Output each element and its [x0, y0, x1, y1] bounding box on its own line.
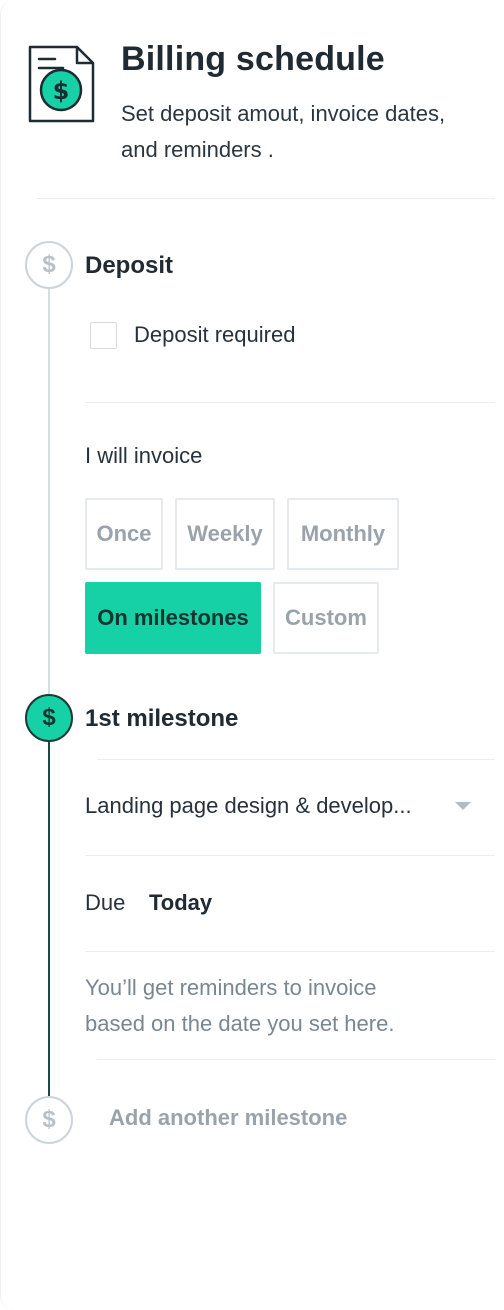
option-on-milestones[interactable]: On milestones	[85, 582, 261, 654]
milestone-dollar-icon: $	[25, 694, 73, 742]
billing-schedule-panel: $ Billing schedule Set deposit amout, in…	[0, 0, 504, 1310]
section-divider	[85, 402, 495, 403]
deposit-required-checkbox[interactable]	[90, 322, 117, 349]
milestone-project-select[interactable]: Landing page design & develop...	[85, 776, 495, 836]
subtitle-line: Set deposit amout, invoice dates,	[121, 101, 446, 126]
deposit-dollar-icon: $	[25, 241, 73, 289]
svg-text:$: $	[53, 77, 70, 105]
timeline-line-inactive	[48, 288, 50, 694]
timeline-line-active	[48, 740, 50, 1096]
reminder-hint: You’ll get reminders to invoice based on…	[85, 970, 465, 1042]
subtitle-line: and reminders .	[121, 137, 274, 162]
section-divider	[97, 1059, 495, 1060]
option-once[interactable]: Once	[85, 498, 163, 570]
section-divider	[85, 951, 495, 952]
page-subtitle: Set deposit amout, invoice dates, and re…	[121, 96, 481, 168]
due-date-value[interactable]: Today	[149, 890, 212, 916]
hint-line: You’ll get reminders to invoice	[85, 975, 377, 1000]
chevron-down-icon[interactable]	[455, 802, 471, 810]
due-label: Due	[85, 890, 126, 915]
option-custom[interactable]: Custom	[273, 582, 379, 654]
header-divider	[37, 198, 495, 199]
section-divider	[97, 759, 495, 760]
milestone-title: 1st milestone	[85, 705, 239, 732]
section-divider	[85, 855, 495, 856]
invoice-dollar-icon: $	[27, 44, 97, 124]
hint-line: based on the date you set here.	[85, 1011, 395, 1036]
option-monthly[interactable]: Monthly	[287, 498, 399, 570]
invoice-frequency-label: I will invoice	[85, 443, 203, 468]
option-weekly[interactable]: Weekly	[175, 498, 275, 570]
add-milestone-dollar-icon[interactable]: $	[25, 1096, 73, 1144]
add-another-milestone-button[interactable]: Add another milestone	[109, 1105, 347, 1131]
deposit-title: Deposit	[85, 252, 174, 279]
page-title: Billing schedule	[121, 40, 385, 78]
deposit-required-label[interactable]: Deposit required	[134, 322, 295, 348]
milestone-project-value: Landing page design & develop...	[85, 793, 412, 818]
